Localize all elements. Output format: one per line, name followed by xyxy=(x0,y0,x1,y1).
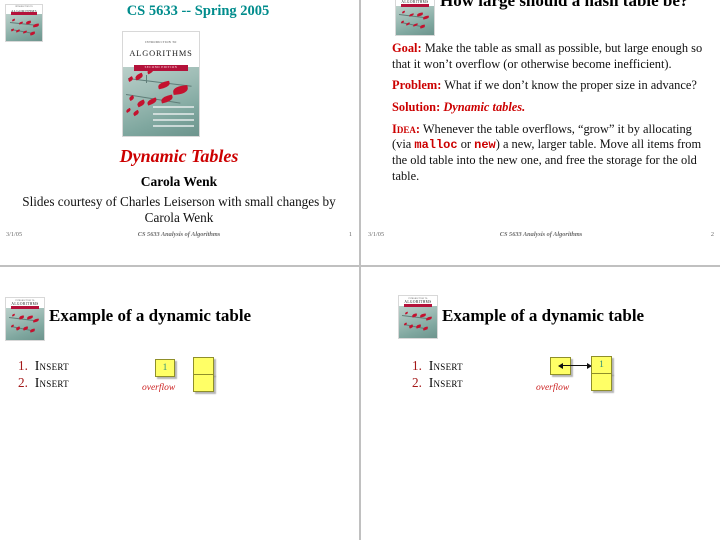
slide-header-course: CS 5633 -- Spring 2005 xyxy=(126,3,270,19)
step-operation: Insert xyxy=(428,358,463,373)
arrow-head-left-icon xyxy=(558,363,563,369)
clrs-book-logo-small: INTRODUCTION TO ALGORITHMS xyxy=(5,4,43,42)
list-item: 1. Insert xyxy=(412,358,463,375)
step-number: 1. xyxy=(18,358,28,373)
list-item: 1. Insert xyxy=(18,358,69,375)
paragraph-solution: Solution: Dynamic tables. xyxy=(392,100,714,116)
step-operation: Insert xyxy=(34,358,69,373)
overflow-label: overflow xyxy=(142,383,176,393)
new-table-cell-2 xyxy=(591,373,612,391)
overflow-label: overflow xyxy=(536,383,570,393)
horizontal-divider xyxy=(0,265,720,267)
handout-sheet: INTRODUCTION TO ALGORITHMS CS 5633 -- Sp… xyxy=(0,0,720,540)
problem-label: Problem: xyxy=(392,78,442,93)
step-operation: Insert xyxy=(428,374,463,390)
clrs-book-logo-small: INTRODUCTION TO ALGORITHMS xyxy=(395,0,435,36)
code-malloc: malloc xyxy=(414,138,458,153)
slide-example-dynamic-table-a[interactable]: INTRODUCTION TO ALGORITHMS Example of a … xyxy=(0,269,358,540)
footer-course: CS 5633 Analysis of Algorithms xyxy=(499,231,583,238)
goal-label: Goal: xyxy=(392,41,422,55)
footer-page-number: 1 xyxy=(348,231,352,238)
clrs-book-logo-small: INTRODUCTION TO ALGORITHMS xyxy=(5,297,45,341)
insert-step-list: 1. Insert 2. Insert xyxy=(18,358,69,392)
new-table-cell-2 xyxy=(193,374,214,392)
book-cover-title: ALGORITHMS xyxy=(129,48,193,58)
page-title: Example of a dynamic table xyxy=(442,306,645,325)
footer-page-number: 2 xyxy=(710,231,714,238)
code-new: new xyxy=(474,138,496,153)
goal-text: Make the table as small as possible, but… xyxy=(392,41,703,71)
paragraph-problem: Problem: What if we don’t know the prope… xyxy=(392,78,714,94)
slide-hash-table-size[interactable]: INTRODUCTION TO ALGORITHMS How large sho… xyxy=(362,0,720,264)
new-table-cell-1 xyxy=(193,357,214,375)
step-number: 1. xyxy=(412,358,422,373)
step-operation: Insert xyxy=(34,374,69,390)
paragraph-idea: Idea: Whenever the table overflows, “gro… xyxy=(392,122,714,185)
slide-title-page[interactable]: INTRODUCTION TO ALGORITHMS CS 5633 -- Sp… xyxy=(0,0,358,264)
move-arrow-line xyxy=(561,365,589,366)
slide-body: Goal: Make the table as small as possibl… xyxy=(392,41,714,190)
problem-text: What if we don’t know the proper size in… xyxy=(441,78,697,93)
credit-line: Slides courtesy of Charles Leiserson wit… xyxy=(22,194,336,226)
idea-text-b: or xyxy=(457,137,475,152)
list-item: 2. Insert xyxy=(412,375,463,392)
solution-label: Solution: xyxy=(392,99,441,114)
insert-step-list: 1. Insert 2. Insert xyxy=(412,358,463,392)
slide-footer: 3/1/05 CS 5633 Analysis of Algorithms 2 xyxy=(368,231,714,243)
paragraph-goal: Goal: Make the table as small as possibl… xyxy=(392,41,714,72)
slide-example-dynamic-table-b[interactable]: INTRODUCTION TO ALGORITHMS Example of a … xyxy=(362,269,720,540)
clrs-book-logo-small: INTRODUCTION TO ALGORITHMS xyxy=(398,295,438,339)
list-item: 2. Insert xyxy=(18,375,69,392)
vertical-divider xyxy=(359,0,361,540)
footer-course: CS 5633 Analysis of Algorithms xyxy=(137,231,221,238)
solution-emphasis: Dynamic tables. xyxy=(443,99,526,114)
page-title: Dynamic Tables xyxy=(119,146,239,166)
slide-footer: 3/1/05 CS 5633 Analysis of Algorithms 1 xyxy=(6,231,352,243)
new-table-cell-1: 1 xyxy=(591,356,612,374)
page-title: Example of a dynamic table xyxy=(49,306,252,325)
author-name: Carola Wenk xyxy=(140,174,218,189)
clrs-book-cover-image: INTRODUCTION TO ALGORITHMS SECOND EDITIO… xyxy=(122,31,200,137)
step-number: 2. xyxy=(18,374,28,390)
idea-label: Idea: xyxy=(392,121,420,136)
book-cover-edition: SECOND EDITION xyxy=(133,65,189,71)
step-number: 2. xyxy=(412,374,422,390)
book-cover-authors xyxy=(153,106,195,130)
page-title: How large should a hash table be? xyxy=(440,0,689,10)
old-table-cell-1: 1 xyxy=(155,359,175,377)
